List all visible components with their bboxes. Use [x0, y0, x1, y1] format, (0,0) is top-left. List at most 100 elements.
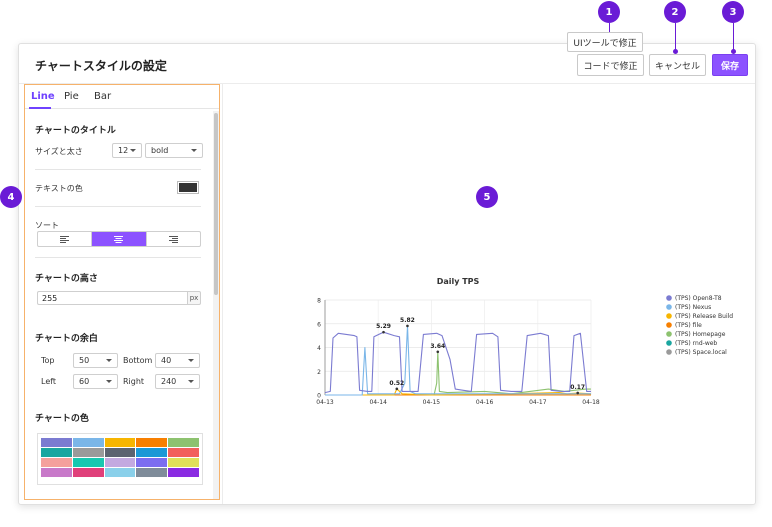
align-right-icon: [168, 235, 178, 243]
palette-color-cell[interactable]: [168, 458, 199, 467]
palette-color-cell[interactable]: [136, 458, 168, 467]
active-tab-indicator: [29, 107, 51, 109]
chart-height-input[interactable]: 255: [37, 291, 187, 305]
palette-color-cell[interactable]: [41, 438, 72, 447]
callout-dot: [731, 49, 736, 54]
save-button[interactable]: 保存: [712, 54, 748, 76]
tab-bar[interactable]: Bar: [94, 91, 111, 102]
sort-left-button[interactable]: [38, 232, 93, 246]
palette-color-cell[interactable]: [104, 448, 136, 457]
legend-swatch: [666, 331, 672, 337]
data-label: 5.82: [400, 317, 415, 324]
sort-center-button[interactable]: [92, 232, 147, 246]
palette-row: [41, 448, 199, 457]
margin-top-select[interactable]: 50: [73, 353, 118, 368]
annotation-point: [576, 391, 579, 395]
x-tick-label: 04-16: [476, 399, 494, 406]
tab-line[interactable]: Line: [31, 91, 55, 102]
cancel-button[interactable]: キャンセル: [649, 54, 706, 76]
palette-color-cell[interactable]: [41, 458, 72, 467]
legend-swatch: [666, 322, 672, 328]
legend-label: (TPS) Open8-T8: [675, 295, 722, 302]
chevron-down-icon: [106, 380, 112, 383]
font-size-select[interactable]: 12: [112, 143, 142, 158]
margin-right-label: Right: [123, 377, 145, 386]
palette-color-cell[interactable]: [168, 468, 199, 477]
margin-top-label: Top: [41, 356, 55, 365]
chart-type-tabs: Line Pie Bar: [25, 85, 219, 109]
callout-marker-1: 1: [598, 1, 620, 23]
margin-top-value: 50: [79, 356, 90, 365]
palette-color-cell[interactable]: [41, 468, 72, 477]
margin-bottom-select[interactable]: 40: [155, 353, 200, 368]
y-tick-label: 4: [317, 345, 321, 352]
y-tick-label: 6: [317, 321, 321, 328]
scrollbar-thumb[interactable]: [214, 113, 218, 295]
margin-right-select[interactable]: 240: [155, 374, 200, 389]
callout-dot: [673, 49, 678, 54]
y-tick-label: 2: [317, 369, 321, 376]
divider: [35, 206, 201, 207]
palette-row: [41, 458, 199, 467]
palette-row: [41, 438, 199, 447]
palette-color-cell[interactable]: [168, 448, 199, 457]
palette-color-cell[interactable]: [72, 468, 104, 477]
legend-label: (TPS) rnd-web: [675, 340, 717, 347]
dialog-header: チャートスタイルの設定 コードで修正 キャンセル 保存: [19, 44, 755, 84]
settings-panel: Line Pie Bar チャートのタイトル サイズと太さ 12 bold テキ…: [24, 84, 220, 500]
margin-left-label: Left: [41, 377, 57, 386]
chart-style-dialog: チャートスタイルの設定 コードで修正 キャンセル 保存 Line Pie Bar…: [18, 43, 756, 505]
palette-color-cell[interactable]: [41, 448, 72, 457]
legend-swatch: [666, 349, 672, 355]
legend-swatch: [666, 295, 672, 301]
palette-color-cell[interactable]: [136, 438, 168, 447]
dialog-title: チャートスタイルの設定: [35, 59, 167, 73]
edit-code-button[interactable]: コードで修正: [577, 54, 644, 76]
annotation-point: [382, 330, 385, 334]
tab-pie[interactable]: Pie: [64, 91, 79, 102]
x-tick-label: 04-13: [316, 399, 334, 406]
chevron-down-icon: [191, 149, 197, 152]
font-weight-value: bold: [151, 146, 169, 155]
margin-section-heading: チャートの余白: [35, 334, 98, 344]
palette-color-cell[interactable]: [136, 468, 168, 477]
palette-color-cell[interactable]: [72, 438, 104, 447]
palette-color-cell[interactable]: [136, 448, 168, 457]
divider: [35, 257, 201, 258]
data-label: 0.17: [570, 384, 585, 391]
margin-bottom-value: 40: [161, 356, 172, 365]
chevron-down-icon: [188, 380, 194, 383]
palette-color-cell[interactable]: [72, 448, 104, 457]
callout-marker-5: 5: [476, 186, 498, 208]
align-left-icon: [60, 235, 70, 243]
x-tick-label: 04-14: [369, 399, 387, 406]
size-weight-label: サイズと太さ: [35, 147, 83, 156]
text-color-picker[interactable]: [177, 181, 199, 194]
x-tick-label: 04-18: [582, 399, 600, 406]
callout-marker-4: 4: [0, 186, 22, 208]
sort-label: ソート: [35, 221, 59, 230]
palette-color-cell[interactable]: [104, 458, 136, 467]
margin-right-value: 240: [161, 377, 177, 386]
ui-tool-edit-button[interactable]: UIツールで修正: [567, 32, 643, 52]
callout-line: [733, 23, 734, 51]
margin-left-value: 60: [79, 377, 90, 386]
palette-color-cell[interactable]: [104, 438, 136, 447]
text-color-label: テキストの色: [35, 184, 83, 193]
palette-color-cell[interactable]: [104, 468, 136, 477]
chart-preview: Daily TPS0246804-13 04-14 04-15 04-16 04-17 0…: [316, 277, 733, 406]
legend-swatch: [666, 313, 672, 319]
annotation-point: [395, 387, 399, 391]
series-line: [324, 331, 591, 394]
margin-left-select[interactable]: 60: [73, 374, 118, 389]
font-weight-select[interactable]: bold: [145, 143, 203, 158]
color-section-heading: チャートの色: [35, 414, 89, 424]
palette-color-cell[interactable]: [72, 458, 104, 467]
title-section-heading: チャートのタイトル: [35, 126, 116, 136]
legend-label: (TPS) Release Build: [675, 313, 733, 320]
palette-color-cell[interactable]: [168, 438, 199, 447]
sort-right-button[interactable]: [147, 232, 200, 246]
color-palette[interactable]: [37, 433, 203, 485]
sort-button-group: [37, 231, 201, 247]
data-label: 0.52: [389, 380, 404, 387]
